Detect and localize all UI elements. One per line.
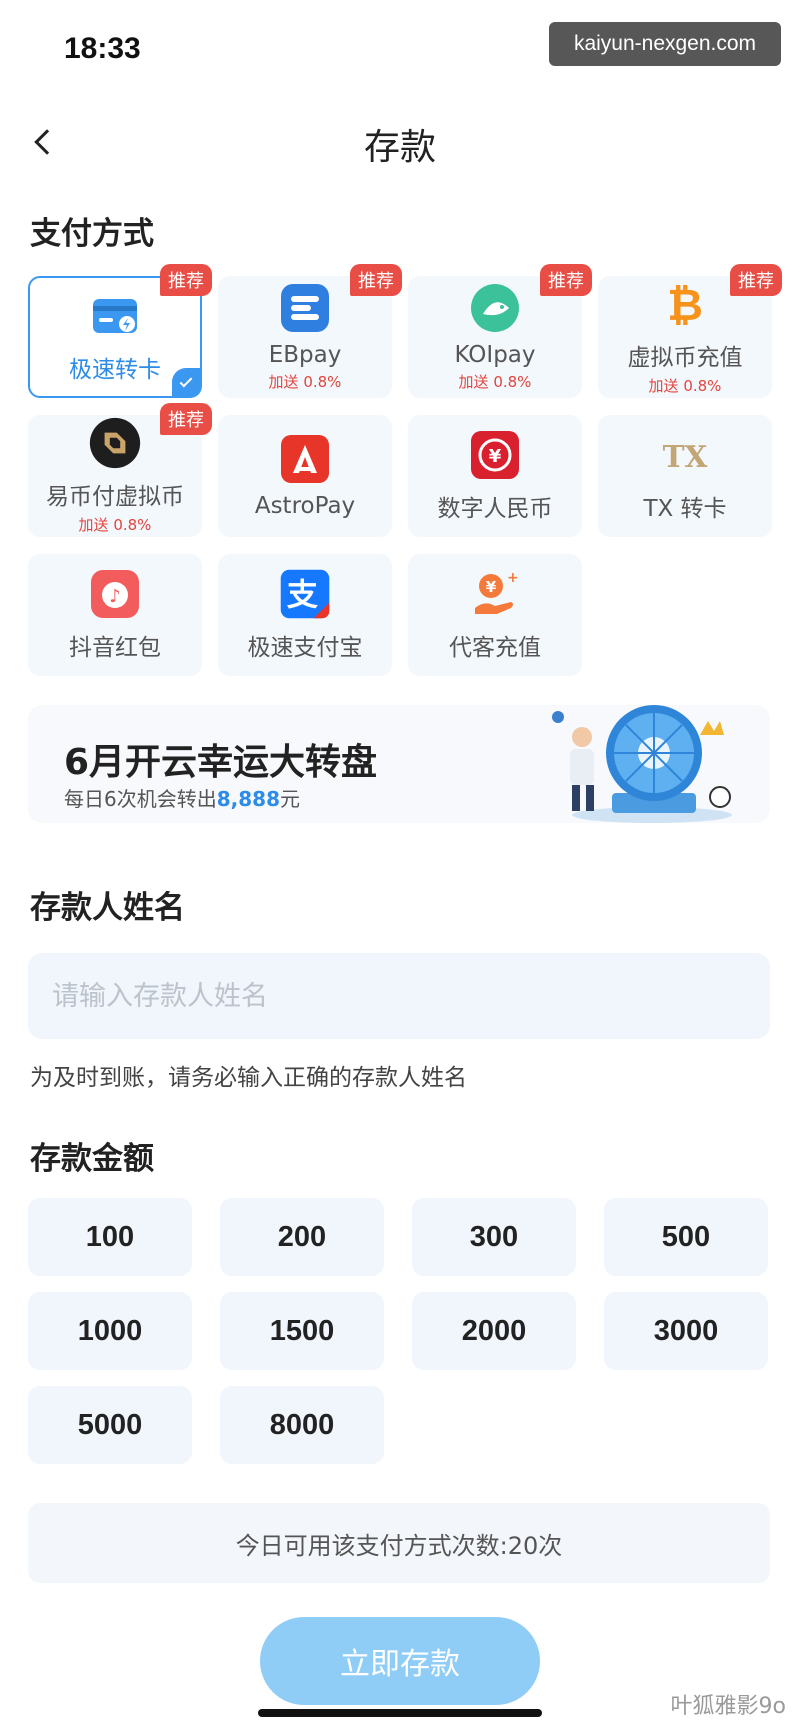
douyin-redpacket-icon: ♪	[89, 568, 141, 620]
agent-topup-icon: ¥ +	[469, 568, 521, 620]
svg-text:¥: ¥	[489, 446, 502, 467]
payment-method-7[interactable]: TX TX 转卡	[598, 415, 772, 537]
banner-subtitle: 每日6次机会转出8,888元	[64, 787, 300, 811]
payment-method-1[interactable]: EBpay 加送 0.8% 推荐	[218, 264, 402, 398]
lucky-wheel-illustration	[552, 705, 732, 823]
recommended-badge: 推荐	[160, 264, 212, 296]
card-lightning-icon	[89, 290, 141, 342]
amount-option-5000[interactable]: 5000	[28, 1386, 192, 1464]
svg-text:支: 支	[287, 577, 319, 613]
koi-fish-icon	[469, 282, 521, 334]
payment-method-5[interactable]: AstroPay	[218, 415, 392, 537]
tx-icon: TX	[659, 429, 711, 481]
amount-option-2000[interactable]: 2000	[412, 1292, 576, 1370]
svg-text:+: +	[507, 570, 519, 586]
watermark-bottom: 叶狐雅影9o	[670, 1694, 786, 1719]
payment-method-bonus: 加送 0.8%	[458, 373, 532, 391]
payment-method-6[interactable]: ¥ 数字人民币	[408, 415, 582, 537]
amount-grid: 100 200 300 500 1000 1500 2000 3000 5000 8000	[28, 1198, 768, 1464]
digital-yuan-icon: ¥	[469, 429, 521, 481]
payment-method-label: AstroPay	[254, 493, 356, 519]
banner-title: 6月开云幸运大转盘	[64, 742, 378, 783]
depositor-hint: 为及时到账，请务必输入正确的存款人姓名	[30, 1065, 467, 1091]
recommended-badge: 推荐	[350, 264, 402, 296]
submit-deposit-button[interactable]: 立即存款	[260, 1617, 540, 1705]
payment-section-title: 支付方式	[30, 216, 154, 252]
payment-method-label: 数字人民币	[437, 496, 553, 522]
payment-method-label: EBpay	[268, 342, 342, 368]
payment-method-bonus: 加送 0.8%	[268, 373, 342, 391]
watermark-top: kaiyun-nexgen.com	[549, 22, 781, 66]
payment-method-bonus: 加送 0.8%	[648, 377, 722, 395]
payment-method-8[interactable]: ♪ 抖音红包	[28, 554, 202, 676]
payment-method-label: 极速转卡	[69, 357, 161, 383]
payment-method-9[interactable]: 支极速支付宝	[218, 554, 392, 676]
payment-method-0[interactable]: 极速转卡 推荐	[28, 264, 212, 398]
amount-section-title: 存款金额	[30, 1141, 154, 1177]
amount-option-8000[interactable]: 8000	[220, 1386, 384, 1464]
lucky-wheel-banner[interactable]: 6月开云幸运大转盘 每日6次机会转出8,888元	[28, 705, 770, 823]
status-time: 18:33	[64, 32, 141, 65]
payment-method-2[interactable]: KOIpay 加送 0.8% 推荐	[408, 264, 592, 398]
amount-option-500[interactable]: 500	[604, 1198, 768, 1276]
svg-text:₿: ₿	[667, 280, 703, 330]
home-indicator	[258, 1709, 542, 1717]
payment-method-grid: 极速转卡 推荐 EBpay 加送 0.8% 推荐 KOIpay 加送 0.8% 推荐 ₿ 虚拟币充…	[28, 264, 788, 676]
page-title: 存款	[363, 127, 436, 168]
amount-option-1500[interactable]: 1500	[220, 1292, 384, 1370]
payment-method-10[interactable]: ¥ + 代客充值	[408, 554, 582, 676]
payment-method-bonus: 加送 0.8%	[78, 516, 152, 534]
bitcoin-icon: ₿	[659, 278, 711, 330]
depositor-section-title: 存款人姓名	[30, 890, 185, 926]
recommended-badge: 推荐	[540, 264, 592, 296]
payment-method-label: 易币付虚拟币	[46, 484, 184, 510]
payment-method-label: 代客充值	[449, 635, 541, 661]
payment-method-4[interactable]: 易币付虚拟币加送 0.8% 推荐	[28, 403, 212, 537]
payment-method-label: 极速支付宝	[247, 635, 363, 661]
yibifu-icon	[89, 417, 141, 469]
svg-text:TX: TX	[663, 439, 708, 474]
payment-method-label: 虚拟币充值	[627, 345, 743, 371]
checkmark-icon	[172, 368, 200, 396]
amount-option-200[interactable]: 200	[220, 1198, 384, 1276]
svg-text:¥: ¥	[486, 578, 497, 596]
recommended-badge: 推荐	[730, 264, 782, 296]
payment-method-label: 抖音红包	[69, 635, 161, 661]
amount-option-1000[interactable]: 1000	[28, 1292, 192, 1370]
payment-method-label: KOIpay	[454, 342, 536, 368]
payment-method-label: TX 转卡	[643, 496, 727, 522]
alipay-icon: 支	[279, 568, 331, 620]
payment-method-3[interactable]: ₿ 虚拟币充值加送 0.8% 推荐	[598, 264, 782, 398]
amount-option-3000[interactable]: 3000	[604, 1292, 768, 1370]
depositor-name-input[interactable]	[28, 953, 770, 1039]
svg-text:♪: ♪	[109, 586, 121, 607]
ebpay-icon	[279, 282, 331, 334]
usage-info: 今日可用该支付方式次数:20次	[28, 1503, 770, 1583]
amount-option-100[interactable]: 100	[28, 1198, 192, 1276]
recommended-badge: 推荐	[160, 403, 212, 435]
astropay-icon	[279, 433, 331, 485]
amount-option-300[interactable]: 300	[412, 1198, 576, 1276]
